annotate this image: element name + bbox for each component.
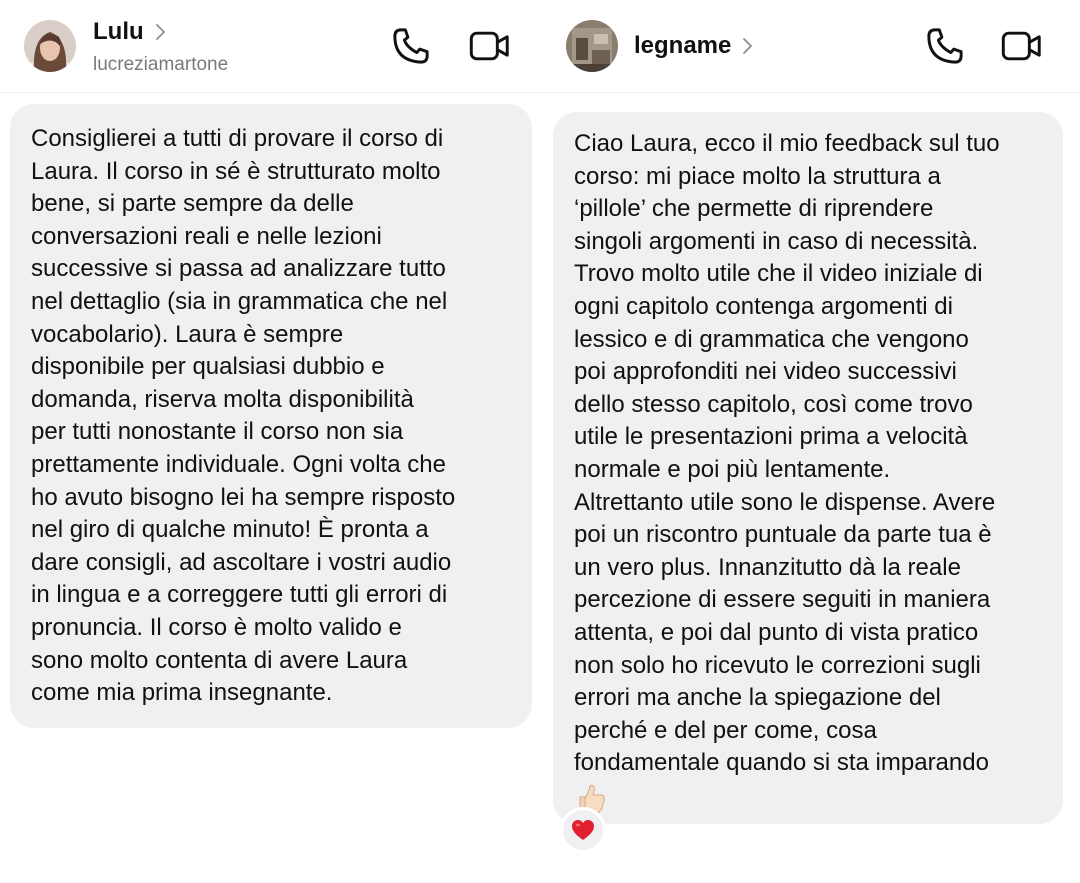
message-line: singoli argomenti in caso di necessità. <box>574 227 979 255</box>
message-bubble[interactable]: Ciao Laura, ecco il mio feedback sul tuo… <box>553 112 1063 824</box>
message-line: Altrettanto utile sono le dispense. Aver… <box>574 488 996 516</box>
message-line: corso: mi piace molto la struttura a <box>574 162 941 190</box>
message-line: dare consigli, ad ascoltare i vostri aud… <box>31 548 452 576</box>
message-line: Laura. Il corso in sé è strutturato molt… <box>31 157 441 185</box>
message-line: fondamentale quando si sta imparando <box>574 749 989 777</box>
username: lucreziamartone <box>93 54 229 75</box>
message-line: percezione di essere seguiti in maniera <box>574 586 991 614</box>
phone-icon[interactable] <box>389 24 433 68</box>
video-camera-icon[interactable] <box>1000 24 1044 68</box>
right-chat-panel: legname Ciao Laura, ecco il mio feedback… <box>540 0 1080 883</box>
message-line: come mia prima insegnante. <box>31 679 333 707</box>
message-line: Consiglierei a tutti di provare il corso… <box>31 125 444 152</box>
message-line: in lingua e a correggere tutti gli error… <box>31 581 448 609</box>
reaction-badge[interactable] <box>560 807 606 853</box>
message-line: Ciao Laura, ecco il mio feedback sul tuo <box>574 130 1000 157</box>
message-line: pronuncia. Il corso è molto valido e <box>31 613 402 641</box>
contact-name[interactable]: legname <box>634 32 731 60</box>
chat-header: Lulu lucreziamartone <box>0 0 540 93</box>
phone-icon[interactable] <box>923 24 967 68</box>
message-line: bene, si parte sempre da delle <box>31 190 354 218</box>
message-line: successive si passa ad analizzare tutto <box>31 255 446 283</box>
message-line: lessico e di grammatica che vengono <box>574 325 969 353</box>
message-line: un vero plus. Innanzitutto dà la reale <box>574 553 961 581</box>
message-line: utile le presentazioni prima a velocità <box>574 423 968 451</box>
message-line: dello stesso capitolo, così come trovo <box>574 390 973 418</box>
message-line: domanda, riserva molta disponibilità <box>31 385 414 413</box>
message-line: perché e del per come, cosa <box>574 716 877 744</box>
chevron-right-icon[interactable] <box>154 22 168 42</box>
message-line: conversazioni reali e nelle lezioni <box>31 222 382 250</box>
red-heart-icon <box>572 820 594 840</box>
message-line: non solo ho ricevuto le correzioni sugli <box>574 651 981 679</box>
chat-header: legname <box>540 0 1080 93</box>
message-bubble[interactable]: Consiglierei a tutti di provare il corso… <box>10 104 532 728</box>
avatar[interactable] <box>24 20 76 72</box>
message-line: poi un riscontro puntuale da parte tua è <box>574 521 992 549</box>
message-line: ‘pillole’ che permette di riprendere <box>574 195 934 223</box>
message-line: nel giro di qualche minuto! È pronta a <box>31 516 429 544</box>
message-line: sono molto contenta di avere Laura <box>31 646 408 674</box>
message-line: ogni capitolo contenga argomenti di <box>574 292 953 320</box>
message-line: Trovo molto utile che il video iniziale … <box>574 260 983 288</box>
message-line: prettamente individuale. Ogni volta che <box>31 450 446 478</box>
message-line: nel dettaglio (sia in grammatica che nel <box>31 287 448 315</box>
video-camera-icon[interactable] <box>468 24 512 68</box>
message-line: errori ma anche la spiegazione del <box>574 684 941 712</box>
message-line: vocabolario). Laura è sempre <box>31 320 344 348</box>
message-line: attenta, e poi dal punto di vista pratic… <box>574 618 979 646</box>
message-text: Ciao Laura, ecco il mio feedback sul tuo… <box>574 128 1043 780</box>
avatar[interactable] <box>566 20 618 72</box>
message-line: per tutti nonostante il corso non sia <box>31 418 404 446</box>
message-line: normale e poi più lentamente. <box>574 455 891 483</box>
contact-name[interactable]: Lulu <box>93 18 144 46</box>
chevron-right-icon[interactable] <box>741 36 755 56</box>
message-line: ho avuto bisogno lei ha sempre risposto <box>31 483 456 511</box>
message-line: disponibile per qualsiasi dubbio e <box>31 353 385 381</box>
message-text: Consiglierei a tutti di provare il corso… <box>31 123 512 710</box>
message-line: poi approfonditi nei video successivi <box>574 358 957 386</box>
left-chat-panel: Lulu lucreziamartone Consiglierei a tutt… <box>0 0 540 883</box>
